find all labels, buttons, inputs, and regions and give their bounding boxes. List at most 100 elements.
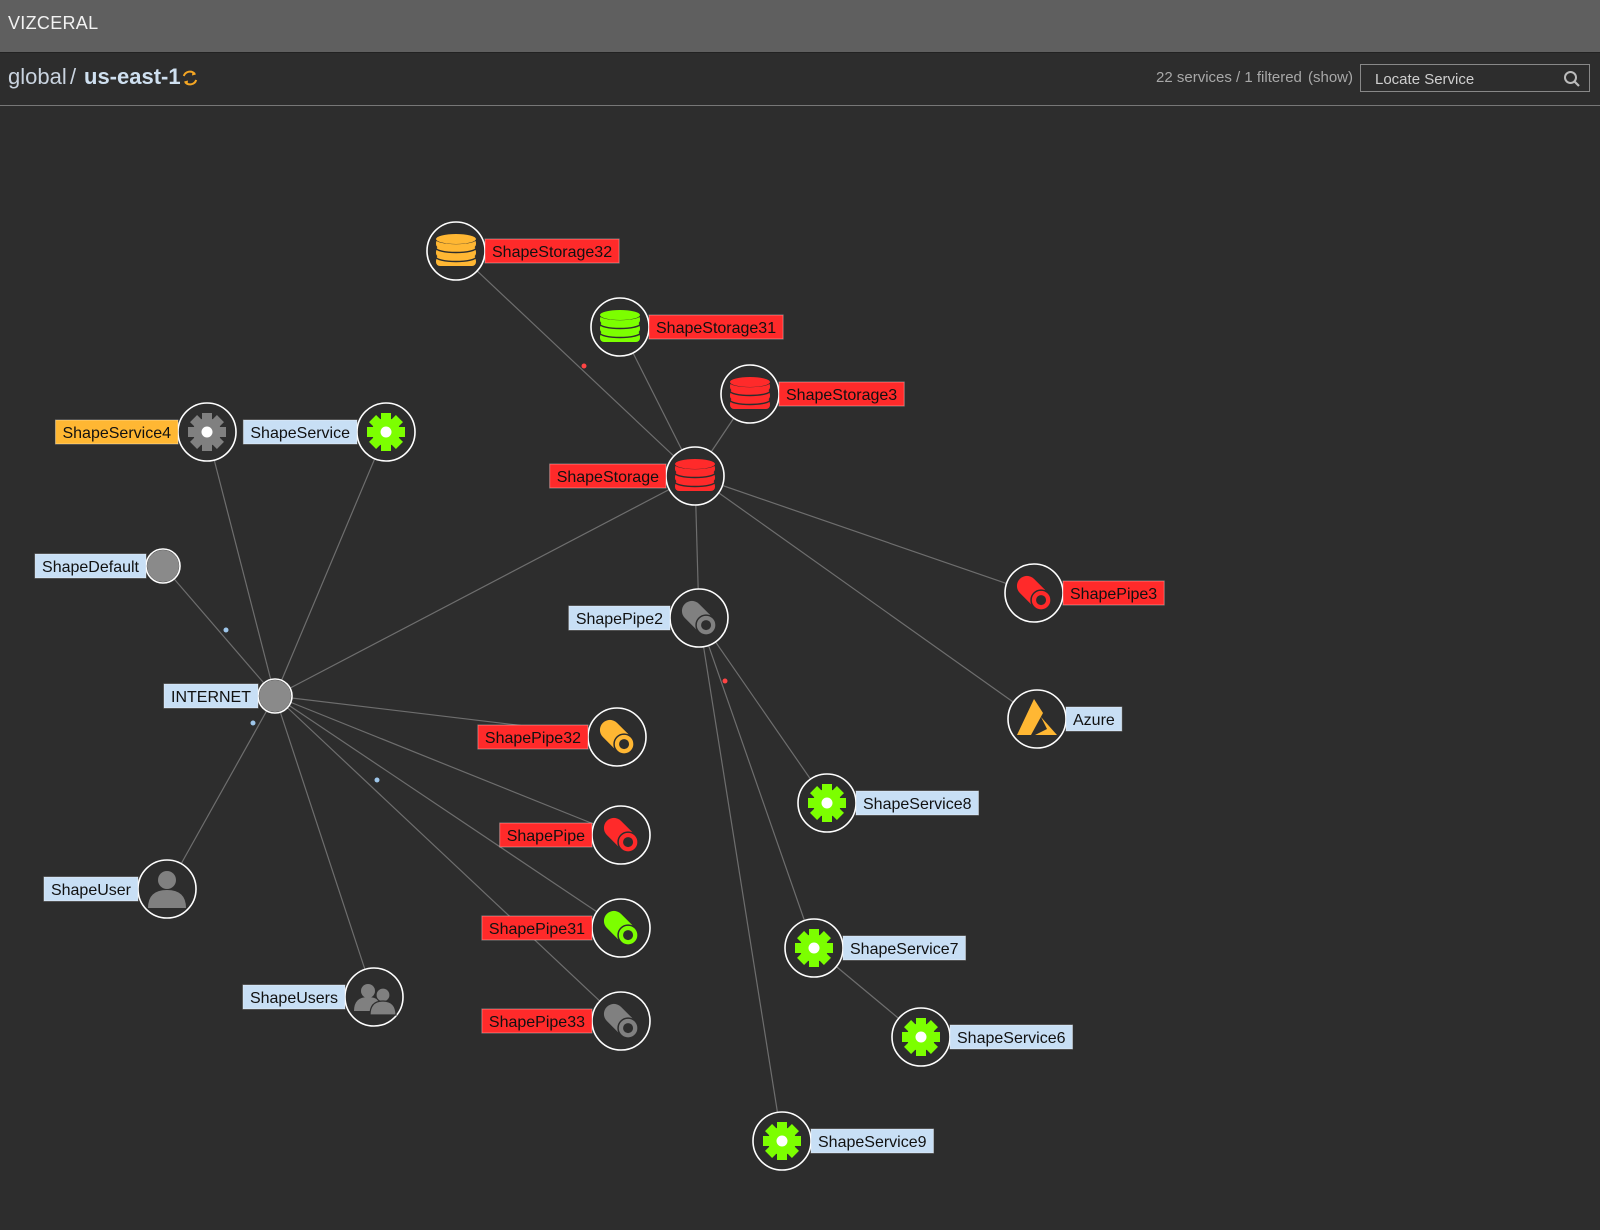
node-service4[interactable]: ShapeService4	[54, 402, 237, 462]
edge-pipe2-service9	[698, 617, 783, 1142]
node-label[interactable]: ShapeService	[242, 419, 358, 445]
node-pipe[interactable]: ShapePipe	[499, 805, 651, 865]
gear-icon	[795, 929, 833, 967]
node-storage3[interactable]: ShapeStorage3	[720, 364, 905, 424]
refresh-icon[interactable]	[180, 68, 200, 88]
node-service[interactable]: ShapeService	[242, 402, 416, 462]
app-title: VIZCERAL	[8, 13, 99, 33]
node-label-text: ShapePipe	[507, 828, 585, 845]
node-label-text: ShapeDefault	[42, 559, 140, 576]
database-icon	[729, 376, 771, 409]
node-label-text: ShapePipe33	[489, 1014, 585, 1031]
node-label-text: ShapeStorage32	[492, 244, 612, 261]
node-service7[interactable]: ShapeService7	[784, 918, 967, 978]
traffic-particle	[722, 678, 728, 684]
show-filtered-link[interactable]: (show)	[1308, 69, 1353, 86]
node-label-text: Azure	[1073, 712, 1115, 729]
node-storage31[interactable]: ShapeStorage31	[590, 297, 784, 357]
edge-pipe2-service7	[698, 617, 815, 949]
node-label[interactable]: ShapeService8	[855, 790, 980, 816]
node-label-text: ShapePipe31	[489, 921, 585, 938]
node-label-text: ShapeStorage	[557, 469, 659, 486]
edge-internet-service	[274, 431, 387, 697]
node-label-text: ShapeUser	[51, 882, 132, 899]
node-users[interactable]: ShapeUsers	[242, 967, 404, 1027]
node-label[interactable]: ShapePipe2	[568, 605, 671, 631]
traffic-particle	[374, 777, 380, 783]
node-pipe2[interactable]: ShapePipe2	[568, 588, 729, 648]
edge-storage-storage32	[455, 250, 696, 477]
edge-pipe2-service8	[698, 617, 828, 804]
gear-icon	[367, 413, 405, 451]
node-label[interactable]: INTERNET	[163, 683, 259, 709]
node-ring	[344, 967, 404, 1027]
node-label[interactable]: ShapePipe33	[481, 1008, 593, 1034]
search-icon[interactable]	[1563, 70, 1581, 88]
node-label[interactable]: ShapeService6	[949, 1024, 1074, 1050]
node-label-text: ShapePipe32	[485, 730, 581, 747]
node-label[interactable]: ShapePipe32	[477, 724, 589, 750]
database-icon	[674, 458, 716, 491]
traffic-particle	[250, 720, 256, 726]
node-label[interactable]: ShapePipe31	[481, 915, 593, 941]
node-label[interactable]: ShapeService4	[54, 419, 179, 445]
edge-storage-azure	[694, 475, 1038, 720]
node-label-text: ShapePipe3	[1070, 586, 1157, 603]
circle-icon	[147, 550, 179, 582]
services-count: 22 services / 1 filtered	[1156, 69, 1302, 86]
node-label-text: ShapeService	[250, 425, 350, 442]
node-label[interactable]: ShapePipe	[499, 822, 593, 848]
database-icon	[599, 309, 641, 342]
node-internet[interactable]: INTERNET	[163, 678, 293, 714]
node-label-text: ShapeStorage31	[656, 320, 776, 337]
node-label-text: ShapeService8	[863, 796, 972, 813]
node-layer: ShapeStorage32 ShapeStorage31 ShapeStorage…	[34, 221, 1165, 1171]
gear-icon	[902, 1018, 940, 1056]
node-label[interactable]: ShapeUsers	[242, 984, 346, 1010]
node-storage[interactable]: ShapeStorage	[549, 446, 725, 506]
traffic-particle	[581, 363, 587, 369]
node-label[interactable]: ShapeStorage31	[648, 314, 784, 340]
node-user[interactable]: ShapeUser	[43, 859, 197, 919]
breadcrumb-separator: /	[70, 64, 77, 89]
breadcrumb-bar: global / us-east-1 22 services / 1 filte…	[0, 53, 1600, 106]
node-label[interactable]: ShapeDefault	[34, 553, 147, 579]
gear-icon	[763, 1122, 801, 1160]
edge-storage-pipe3	[694, 475, 1035, 594]
locate-service-input[interactable]	[1361, 65, 1567, 93]
node-label[interactable]: ShapeUser	[43, 876, 139, 902]
node-service8[interactable]: ShapeService8	[797, 773, 980, 833]
node-service9[interactable]: ShapeService9	[752, 1111, 935, 1171]
node-storage32[interactable]: ShapeStorage32	[426, 221, 620, 281]
node-azure[interactable]: Azure	[1007, 689, 1123, 749]
node-label-text: ShapeService4	[62, 425, 171, 442]
node-label[interactable]: ShapeService7	[842, 935, 967, 961]
breadcrumb-global-link[interactable]: global	[8, 64, 67, 90]
node-label[interactable]: Azure	[1065, 706, 1123, 732]
node-label-text: INTERNET	[171, 689, 251, 706]
traffic-graph: ShapeStorage32 ShapeStorage31 ShapeStorage…	[34, 221, 1165, 1171]
node-pipe31[interactable]: ShapePipe31	[481, 898, 651, 958]
database-icon	[435, 233, 477, 266]
node-label[interactable]: ShapeService9	[810, 1128, 935, 1154]
node-service6[interactable]: ShapeService6	[891, 1007, 1074, 1067]
node-label-text: ShapePipe2	[576, 611, 663, 628]
gear-icon	[188, 413, 226, 451]
node-label-text: ShapeService6	[957, 1030, 1066, 1047]
node-label[interactable]: ShapePipe3	[1062, 580, 1165, 606]
node-pipe32[interactable]: ShapePipe32	[477, 707, 647, 767]
edge-internet-storage	[274, 475, 696, 697]
circle-icon	[259, 680, 291, 712]
node-default[interactable]: ShapeDefault	[34, 548, 181, 584]
locate-service-box	[1360, 64, 1590, 93]
node-label-text: ShapeService7	[850, 941, 959, 958]
node-label[interactable]: ShapeStorage32	[484, 238, 620, 264]
node-label[interactable]: ShapeStorage3	[778, 381, 905, 407]
node-label-text: ShapeService9	[818, 1134, 927, 1151]
top-bar: VIZCERAL	[0, 0, 1600, 53]
node-pipe33[interactable]: ShapePipe33	[481, 991, 651, 1051]
node-pipe3[interactable]: ShapePipe3	[1004, 563, 1165, 623]
gear-icon	[808, 784, 846, 822]
node-label[interactable]: ShapeStorage	[549, 463, 667, 489]
node-label-text: ShapeStorage3	[786, 387, 897, 404]
